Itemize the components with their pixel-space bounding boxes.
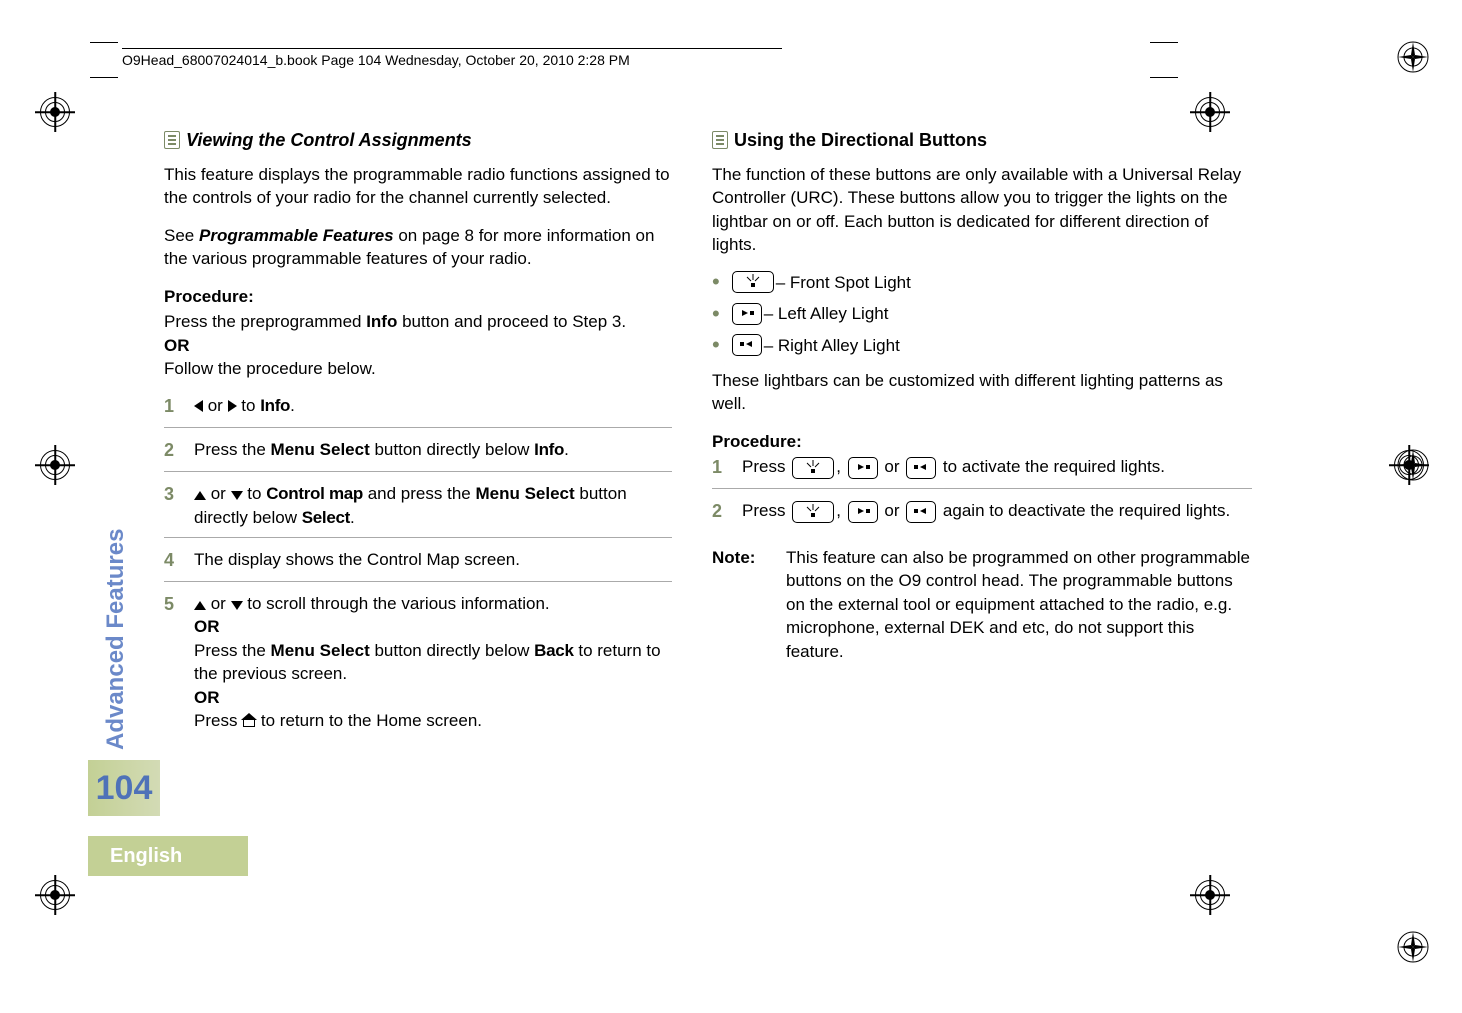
- procedure-list: 1 Press , or to activate the required li…: [712, 455, 1252, 532]
- procedure-list: 1 or to Info. 2 Press the Menu Select bu…: [164, 394, 672, 740]
- key-front-spot: [792, 457, 834, 479]
- procedure-pretext: Follow the procedure below.: [164, 357, 672, 380]
- cross-ref: Programmable Features: [199, 226, 394, 245]
- step-number: 3: [164, 482, 194, 529]
- nav-up-icon: [194, 491, 206, 500]
- bullet-icon: •: [712, 334, 720, 356]
- side-tab-label: Advanced Features: [102, 460, 130, 750]
- note-label: Note:: [712, 546, 786, 663]
- star-mark-bot: [1396, 930, 1430, 964]
- step-text: The display shows the Control Map screen…: [194, 548, 672, 573]
- or-label: OR: [194, 688, 220, 707]
- key-front-spot: [732, 271, 774, 293]
- nav-left-icon: [194, 400, 203, 412]
- side-tab: Advanced Features: [102, 460, 134, 750]
- crop-line: [1150, 42, 1178, 43]
- page-number: 104: [88, 760, 160, 816]
- menu-label: Info: [260, 396, 290, 415]
- note-icon: [164, 131, 180, 149]
- bullet-item: • – Front Spot Light: [712, 271, 1252, 294]
- procedure-label: Procedure:: [712, 430, 1252, 453]
- home-icon: [242, 715, 256, 727]
- key-left-alley: [848, 501, 878, 523]
- or-label: OR: [164, 334, 672, 357]
- procedure-label: Procedure:: [164, 285, 672, 308]
- key-right-alley: [906, 501, 936, 523]
- procedure-pretext: Press the preprogrammed Info button and …: [164, 310, 672, 333]
- procedure-step: 3 or to Control map and press the Menu S…: [164, 482, 672, 538]
- step-number: 2: [164, 438, 194, 463]
- section-heading-row: Viewing the Control Assignments: [164, 128, 672, 153]
- registration-mark-topright: [1195, 97, 1225, 127]
- key-right-alley: [906, 457, 936, 479]
- menu-label: Info: [534, 440, 564, 459]
- key-front-spot: [792, 501, 834, 523]
- procedure-step: 5 or to scroll through the various infor…: [164, 592, 672, 741]
- section-heading-row: Using the Directional Buttons: [712, 128, 1252, 153]
- or-label: OR: [194, 617, 220, 636]
- key-right-alley: [732, 334, 762, 356]
- menu-label: Back: [534, 641, 573, 660]
- crop-line: [1150, 77, 1178, 78]
- bullet-text: – Front Spot Light: [776, 271, 911, 294]
- step-number: 2: [712, 499, 742, 524]
- note-icon: [712, 131, 728, 149]
- bullet-icon: •: [712, 303, 720, 325]
- registration-mark-midleft: [40, 450, 70, 480]
- procedure-step: 2 Press , or again to deactivate the req…: [712, 499, 1252, 532]
- book-header: O9Head_68007024014_b.book Page 104 Wedne…: [122, 48, 782, 68]
- nav-down-icon: [231, 491, 243, 500]
- note-block: Note: This feature can also be programme…: [712, 546, 1252, 663]
- crop-line: [90, 77, 118, 78]
- section-heading: Viewing the Control Assignments: [186, 128, 472, 153]
- crop-line: [90, 42, 118, 43]
- bullet-list: • – Front Spot Light • – Left Alley Ligh…: [712, 271, 1252, 357]
- registration-mark-botleft: [40, 880, 70, 910]
- menu-label: Select: [302, 508, 350, 527]
- star-mark-mid: [1396, 448, 1430, 482]
- nav-down-icon: [231, 601, 243, 610]
- registration-mark-botright: [1195, 880, 1225, 910]
- bullet-item: • – Right Alley Light: [712, 334, 1252, 357]
- book-header-text: O9Head_68007024014_b.book Page 104 Wedne…: [122, 52, 630, 68]
- step-number: 1: [712, 455, 742, 480]
- step-number: 4: [164, 548, 194, 573]
- section-heading: Using the Directional Buttons: [734, 128, 987, 153]
- bullet-text: – Right Alley Light: [764, 334, 900, 357]
- star-mark-top: [1396, 40, 1430, 74]
- paragraph: The function of these buttons are only a…: [712, 163, 1252, 257]
- procedure-step: 1 Press , or to activate the required li…: [712, 455, 1252, 489]
- procedure-step: 2 Press the Menu Select button directly …: [164, 438, 672, 472]
- key-left-alley: [732, 303, 762, 325]
- right-column: Using the Directional Buttons The functi…: [712, 128, 1252, 663]
- paragraph: This feature displays the programmable r…: [164, 163, 672, 210]
- language-label: English: [88, 836, 248, 876]
- procedure-step: 1 or to Info.: [164, 394, 672, 428]
- menu-label: Control map: [266, 484, 363, 503]
- bullet-text: – Left Alley Light: [764, 302, 889, 325]
- note-text: This feature can also be programmed on o…: [786, 546, 1252, 663]
- bullet-icon: •: [712, 271, 720, 293]
- key-left-alley: [848, 457, 878, 479]
- nav-right-icon: [228, 400, 237, 412]
- bullet-item: • – Left Alley Light: [712, 302, 1252, 325]
- procedure-step: 4 The display shows the Control Map scre…: [164, 548, 672, 582]
- registration-mark-left: [40, 97, 70, 127]
- left-column: Viewing the Control Assignments This fea…: [164, 128, 672, 751]
- step-number: 5: [164, 592, 194, 733]
- paragraph: See Programmable Features on page 8 for …: [164, 224, 672, 271]
- step-number: 1: [164, 394, 194, 419]
- paragraph: These lightbars can be customized with d…: [712, 369, 1252, 416]
- nav-up-icon: [194, 601, 206, 610]
